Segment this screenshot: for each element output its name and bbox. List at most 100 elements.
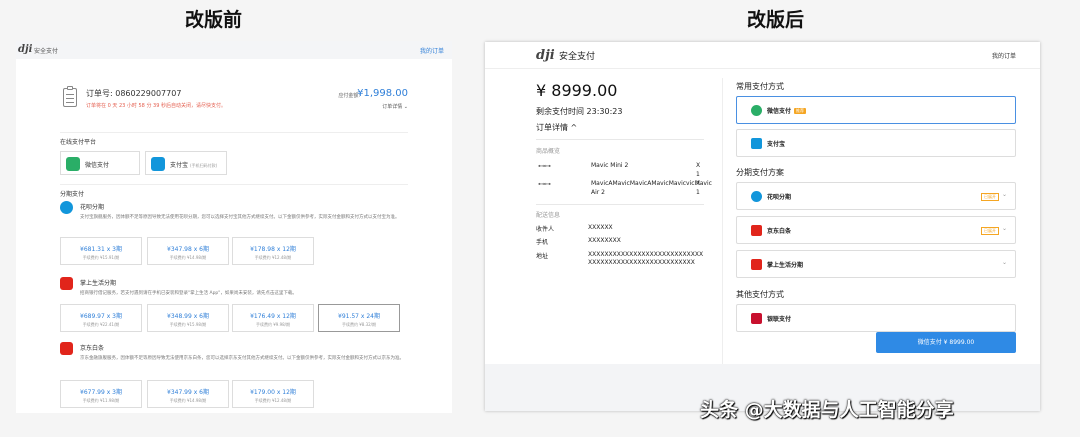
zsh-option[interactable]: ¥176.49 x 12期 手续费约 ¥9.98/期 [232,304,314,332]
zsh-option-selected[interactable]: ¥91.57 x 24期 手续费约 ¥8.32/期 [318,304,400,332]
huabei-option[interactable]: ¥178.98 x 12期 手续费约 ¥12.48/期 [232,237,314,265]
chevron-down-icon: ⌄ [1001,225,1007,232]
option-value: ¥677.99 x 3期 [80,389,122,396]
jd-option[interactable]: 京东白条 已展开 ⌄ [736,216,1016,244]
products-label: 商品概览 [536,148,561,155]
order-amount: ¥1,998.00 [357,88,408,99]
online-platform-title: 在线支付平台 [60,139,97,146]
zsh-option[interactable]: ¥348.99 x 6期 手续费约 ¥15.98/期 [147,304,229,332]
heading-after: 改版后 [747,9,805,31]
jd-option[interactable]: ¥347.99 x 6期 手续费约 ¥14.98/期 [147,380,229,408]
option-fee: 手续费约 ¥22.41/期 [82,322,120,327]
huabei-option[interactable]: ¥681.31 x 3期 手续费约 ¥15.91/期 [60,237,142,265]
pay-now-button[interactable]: 微信支付 ¥ 8999.00 [876,332,1016,353]
after-header: dji 安全支付 我的订单 [485,42,1040,69]
zsh-option[interactable]: ¥689.97 x 3期 手续费约 ¥22.41/期 [60,304,142,332]
unionpay-icon [751,313,762,324]
zsh-desc: 招商银行借记服务，若支付遇到请在手机已安装和登录"掌上生活 App"，如果尚未安… [80,291,297,296]
header-title: 安全支付 [34,48,59,55]
heading-before: 改版前 [185,9,243,31]
info-value: XXXXXXXX [588,237,621,244]
clipboard-icon [63,86,77,107]
product-qty: X1 [696,180,701,196]
huabei-option[interactable]: ¥347.98 x 6期 手续费约 ¥14.98/期 [147,237,229,265]
order-amount: ¥ 8999.00 [536,81,618,100]
jd-icon [751,225,762,236]
product-name: MavicAMavicMavicAMavicMavicvicMavic Air … [591,180,712,196]
option-fee: 手续费约 ¥14.98/期 [169,255,207,260]
huabei-desc: 支付宝旗舰服务，因体额不足等原因导致无法使用花呗分期，您可以选择支付宝其他方式继… [80,215,400,220]
option-fee: 手续费约 ¥12.48/期 [254,398,292,403]
drone-icon: ⊷⊶ [538,180,551,188]
huabei-badge: 已展开 [981,193,999,201]
info-key: 手机 [536,239,549,246]
wechat-pay-option[interactable]: 微信支付 推荐 [736,96,1016,124]
wechat-icon [751,105,762,116]
option-fee: 手续费约 ¥14.98/期 [169,398,207,403]
dji-logo: dji [536,48,555,63]
product-name: Mavic Mini 2 [591,162,629,169]
jd-desc: 京东金融旗舰服务，因体额不足等原因导致无法使用京东白条，您可以选择京东支付其他方… [80,356,404,361]
header-title: 安全支付 [559,52,596,62]
alipay-option[interactable]: 支付宝 [736,129,1016,157]
wechat-label: 微信支付 [85,162,110,169]
before-panel: dji 安全支付 我的订单 订单号: 0860229007707 订单将在 0 … [16,41,452,413]
option-value: ¥348.99 x 6期 [167,313,209,320]
installment-title: 分期支付方案 [736,168,784,177]
unionpay-option[interactable]: 银联支付 [736,304,1016,332]
option-value: ¥176.49 x 12期 [250,313,296,320]
info-value: XXXXXX [588,224,613,231]
option-value: ¥91.57 x 24期 [338,313,380,320]
unionpay-label: 银联支付 [767,316,792,323]
remaining-time: 剩余支付时间 23:30:23 [536,107,623,116]
installments-title: 分期支付 [60,191,85,198]
zsh-option[interactable]: 掌上生活分期 ⌄ [736,250,1016,278]
recommend-tag: 推荐 [794,108,807,114]
huabei-option[interactable]: 花呗分期 已展开 ⌄ [736,182,1016,210]
watermark: 头条 @大数据与人工智能分享 [700,399,954,421]
my-orders-link[interactable]: 我的订单 [420,46,444,55]
huabei-icon [751,191,762,202]
option-fee: 手续费约 ¥8.32/期 [341,322,377,327]
alipay-label: 支付宝 [767,141,786,148]
option-value: ¥179.00 x 12期 [250,389,296,396]
jd-option[interactable]: ¥179.00 x 12期 手续费约 ¥12.48/期 [232,380,314,408]
jd-option[interactable]: ¥677.99 x 3期 手续费约 ¥11.98/期 [60,380,142,408]
zsh-icon [60,277,73,290]
delivery-label: 配送信息 [536,212,561,219]
divider [60,184,408,185]
order-deadline: 订单将在 0 天 23 小时 58 分 39 秒后自动关闭，请尽快支付。 [86,103,226,109]
option-fee: 手续费约 ¥11.98/期 [82,398,120,403]
divider [536,204,704,205]
alipay-icon [151,157,165,171]
zsh-icon [751,259,762,270]
drone-icon: ⊷⊶ [538,162,551,170]
my-orders-link[interactable]: 我的订单 [992,51,1016,60]
jd-icon [60,342,73,355]
option-fee: 手续费约 ¥15.98/期 [169,322,207,327]
product-qty: X1 [696,162,701,178]
alipay-button[interactable]: 支付宝 (手机扫码付款) [145,151,227,175]
jd-label: 京东白条 [767,228,792,235]
alipay-icon [751,138,762,149]
huabei-label: 花呗分期 [767,194,792,201]
huabei-name: 花呗分期 [80,204,105,211]
alipay-note: (手机扫码付款) [190,163,218,168]
order-details-toggle[interactable]: 订单详情 ^ [536,122,577,133]
divider [60,132,408,133]
before-header: dji 安全支付 我的订单 [16,41,452,59]
alipay-label: 支付宝 [170,162,189,169]
divider [536,139,704,140]
info-key: 收件人 [536,226,555,233]
option-value: ¥681.31 x 3期 [80,246,122,253]
order-details-toggle[interactable]: 订单详情 ⌄ [382,103,408,110]
wechat-pay-button[interactable]: 微信支付 [60,151,140,175]
wechat-icon [66,157,80,171]
huabei-icon [60,201,73,214]
option-value: ¥178.98 x 12期 [250,246,296,253]
option-fee: 手续费约 ¥12.48/期 [254,255,292,260]
chevron-down-icon: ⌄ [1001,191,1007,198]
other-methods-title: 其他支付方式 [736,290,784,299]
column-divider [722,78,723,388]
wechat-label: 微信支付 [767,108,792,115]
